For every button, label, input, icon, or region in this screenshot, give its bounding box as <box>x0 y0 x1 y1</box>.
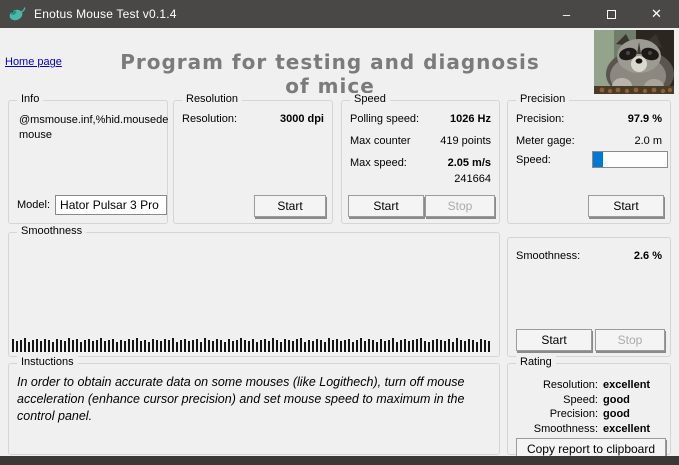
polling-speed-value: 1026 Hz <box>450 113 491 125</box>
precision-group-title: Precision <box>516 93 570 105</box>
title-bar: Enotus Mouse Test v0.1.4 – ✕ <box>0 0 679 28</box>
mouse-app-icon <box>9 7 26 21</box>
max-counter-value: 419 points <box>440 135 491 147</box>
speed-group-title: Speed <box>350 93 390 105</box>
meter-gage-value: 2.0 m <box>634 135 662 147</box>
precision-group: Precision Precision: 97.9 % Meter gage: … <box>507 93 671 224</box>
maximize-icon <box>607 9 616 19</box>
info-group: Info @msmouse.inf,%hid.mousede mouse Mod… <box>8 93 169 224</box>
resolution-start-button[interactable]: Start <box>254 195 326 217</box>
instructions-group-title: Instuctions <box>17 356 78 368</box>
smoothness-stop-button[interactable]: Stop <box>595 329 665 351</box>
speed-stop-button[interactable]: Stop <box>425 195 495 217</box>
taskbar-strip <box>0 456 679 465</box>
smoothness-group-title: Smoothness <box>17 225 87 237</box>
model-input[interactable] <box>55 195 168 215</box>
model-label: Model: <box>17 199 51 211</box>
max-speed-label: Max speed: <box>350 157 407 169</box>
rating-rows: Resolution: excellent Speed: good Precis… <box>512 378 664 436</box>
polling-speed-label: Polling speed: <box>350 113 420 125</box>
smoothness-histogram <box>12 336 493 352</box>
home-page-link[interactable]: Home page <box>5 56 62 68</box>
meter-gage-label: Meter gage: <box>516 135 575 147</box>
speed-start-button[interactable]: Start <box>348 195 424 217</box>
max-speed-value: 2.05 m/s <box>447 157 491 169</box>
precision-start-button[interactable]: Start <box>588 195 664 217</box>
maximize-button[interactable] <box>589 0 634 28</box>
precision-label: Precision: <box>516 113 565 125</box>
precision-value: 97.9 % <box>627 113 662 125</box>
resolution-label: Resolution: <box>182 113 238 125</box>
precision-speed-label: Speed: <box>516 154 551 166</box>
instructions-text: In order to obtain accurate data on some… <box>17 375 465 423</box>
smoothness-panel: Smoothness: 2.6 % Start Stop <box>507 237 671 357</box>
rating-row-smoothness: Smoothness: excellent <box>533 422 651 435</box>
rating-row-resolution: Resolution: excellent <box>542 379 651 391</box>
smoothness-value: 2.6 % <box>633 250 662 262</box>
resolution-group-title: Resolution <box>182 93 242 105</box>
device-info-text: @msmouse.inf,%hid.mousede mouse <box>19 114 169 141</box>
speed-group: Speed Polling speed: 1026 Hz Max counter… <box>341 93 500 224</box>
minimize-button[interactable]: – <box>544 0 589 28</box>
speed-progress-fill <box>593 152 603 167</box>
speed-progress-bar <box>592 151 668 168</box>
rating-row-precision: Precision: good <box>549 408 630 420</box>
smoothness-label: Smoothness: <box>516 250 581 262</box>
rating-group-title: Rating <box>516 356 556 368</box>
close-button[interactable]: ✕ <box>634 0 679 28</box>
info-group-title: Info <box>17 93 44 105</box>
raccoon-photo <box>594 30 674 94</box>
page-title: Program for testing and diagnosis of mic… <box>120 50 540 98</box>
rating-group: Rating Resolution: excellent Speed: good… <box>507 356 671 460</box>
app-window: Enotus Mouse Test v0.1.4 – ✕ Home page P… <box>0 0 679 465</box>
resolution-group: Resolution Resolution: 3000 dpi Start <box>173 93 333 224</box>
speed-counter-value: 241664 <box>454 173 491 185</box>
resolution-value: 3000 dpi <box>279 113 324 125</box>
max-counter-label: Max counter <box>350 135 411 147</box>
window-title: Enotus Mouse Test v0.1.4 <box>34 7 177 21</box>
instructions-group: Instuctions In order to obtain accurate … <box>8 356 500 455</box>
smoothness-group: Smoothness <box>8 225 500 357</box>
smoothness-start-button[interactable]: Start <box>516 329 592 351</box>
rating-row-speed: Speed: good <box>563 393 630 406</box>
